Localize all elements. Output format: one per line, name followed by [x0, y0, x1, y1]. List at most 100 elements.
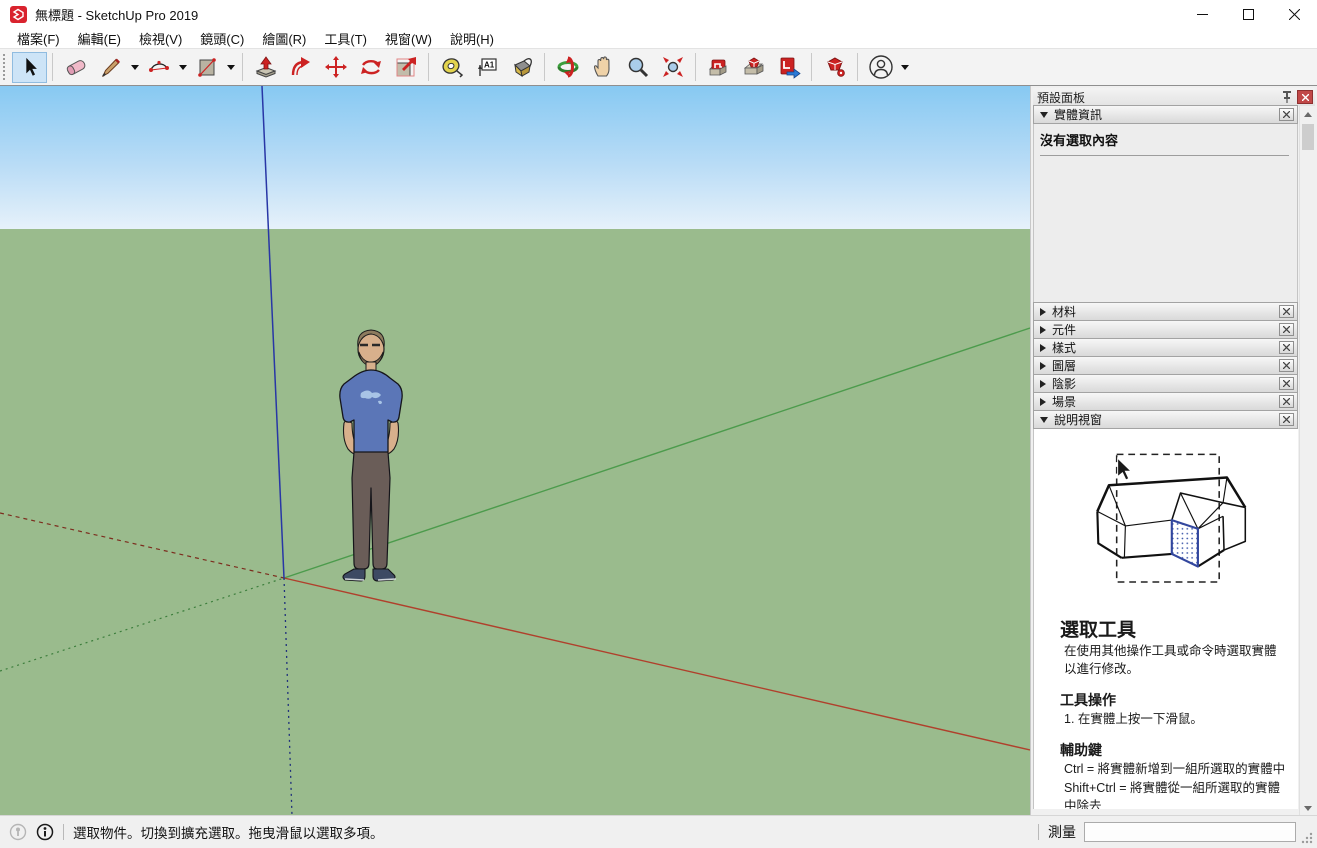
maximize-icon	[1243, 9, 1254, 20]
rotate-tool-button[interactable]	[353, 52, 388, 83]
section-close-button[interactable]	[1279, 413, 1294, 426]
minimize-button[interactable]	[1179, 0, 1225, 28]
expand-arrow-icon	[1040, 344, 1046, 352]
section-components-header[interactable]: 元件	[1033, 320, 1298, 339]
credits-status-icon[interactable]	[36, 823, 54, 841]
extension-warehouse-button[interactable]	[817, 52, 852, 83]
pin-icon[interactable]	[1281, 90, 1293, 104]
get-models-3d-warehouse-icon	[707, 55, 731, 79]
help-modifier-ctrl: Ctrl = 將實體新增到一組所選取的實體中	[1060, 760, 1288, 778]
status-divider	[63, 824, 64, 840]
rectangle-tool-button[interactable]	[189, 52, 224, 83]
menu-help[interactable]: 說明(H)	[441, 28, 503, 49]
extension-warehouse-icon	[823, 55, 847, 79]
rotate-icon	[359, 55, 383, 79]
section-scenes-header[interactable]: 場景	[1033, 392, 1298, 411]
viewport-canvas[interactable]	[0, 86, 1030, 816]
scroll-up-button[interactable]	[1300, 106, 1316, 122]
close-icon	[1283, 380, 1290, 387]
zoom-extents-icon	[661, 55, 685, 79]
close-icon	[1283, 326, 1290, 333]
section-styles-header[interactable]: 樣式	[1033, 338, 1298, 357]
account-person-icon	[868, 54, 894, 80]
resize-grip[interactable]	[1300, 825, 1314, 845]
tape-measure-tool-button[interactable]	[434, 52, 469, 83]
help-modifiers-heading: 輔助鍵	[1060, 740, 1288, 760]
toolbar-separator	[544, 53, 545, 81]
arc-tool-button[interactable]	[141, 52, 176, 83]
paint-bucket-tool-button[interactable]	[504, 52, 539, 83]
rectangle-tool-dropdown[interactable]	[224, 52, 237, 83]
sky	[0, 86, 1030, 229]
scrollbar-thumb[interactable]	[1302, 124, 1314, 150]
move-tool-button[interactable]	[318, 52, 353, 83]
close-icon	[1283, 362, 1290, 369]
text-tool-button[interactable]: A1	[469, 52, 504, 83]
section-close-button[interactable]	[1279, 108, 1294, 121]
close-window-button[interactable]	[1271, 0, 1317, 28]
orbit-tool-button[interactable]	[550, 52, 585, 83]
menu-tools[interactable]: 工具(T)	[315, 28, 376, 49]
geolocation-status-icon[interactable]	[9, 823, 27, 841]
send-to-layout-button[interactable]	[771, 52, 806, 83]
expand-arrow-icon	[1040, 380, 1046, 388]
pan-tool-button[interactable]	[585, 52, 620, 83]
menu-window[interactable]: 視窗(W)	[376, 28, 441, 49]
toolbar-separator	[857, 53, 858, 81]
zoom-extents-button[interactable]	[655, 52, 690, 83]
chevron-down-icon	[131, 65, 139, 70]
section-materials-header[interactable]: 材料	[1033, 302, 1298, 321]
section-close-button[interactable]	[1279, 359, 1294, 372]
close-icon	[1289, 9, 1300, 20]
line-tool-dropdown[interactable]	[128, 52, 141, 83]
follow-me-tool-button[interactable]	[283, 52, 318, 83]
menu-edit[interactable]: 編輯(E)	[69, 28, 130, 49]
arc-tool-dropdown[interactable]	[176, 52, 189, 83]
section-instructor-header[interactable]: 說明視窗	[1033, 410, 1298, 429]
text-label-icon: A1	[475, 55, 499, 79]
menu-view[interactable]: 檢視(V)	[130, 28, 191, 49]
toolbar-drag-handle[interactable]	[3, 54, 8, 80]
scroll-down-button[interactable]	[1300, 800, 1316, 816]
section-close-button[interactable]	[1279, 341, 1294, 354]
section-close-button[interactable]	[1279, 395, 1294, 408]
section-shadows-header[interactable]: 陰影	[1033, 374, 1298, 393]
menu-draw[interactable]: 繪圖(R)	[253, 28, 315, 49]
account-button[interactable]	[863, 52, 898, 83]
section-label: 場景	[1052, 393, 1279, 410]
tape-measure-icon	[440, 55, 464, 79]
line-tool-button[interactable]	[93, 52, 128, 83]
menu-file[interactable]: 檔案(F)	[8, 28, 69, 49]
section-close-button[interactable]	[1279, 323, 1294, 336]
zoom-tool-button[interactable]	[620, 52, 655, 83]
section-entity-info-header[interactable]: 實體資訊	[1033, 105, 1298, 124]
measurements-input[interactable]	[1084, 822, 1296, 842]
title-bar: 無標題 - SketchUp Pro 2019	[0, 0, 1317, 28]
section-layers-header[interactable]: 圖層	[1033, 356, 1298, 375]
eraser-tool-button[interactable]	[58, 52, 93, 83]
push-pull-tool-button[interactable]	[248, 52, 283, 83]
chevron-down-icon	[179, 65, 187, 70]
menu-camera[interactable]: 鏡頭(C)	[191, 28, 253, 49]
get-models-button[interactable]	[701, 52, 736, 83]
status-hint-text: 選取物件。切換到擴充選取。拖曳滑鼠以選取多項。	[73, 822, 384, 842]
share-model-button[interactable]	[736, 52, 771, 83]
expand-arrow-icon	[1040, 362, 1046, 370]
select-tool-button[interactable]	[12, 52, 47, 83]
scale-tool-button[interactable]	[388, 52, 423, 83]
section-label: 材料	[1052, 303, 1279, 320]
tray-close-button[interactable]	[1297, 90, 1313, 104]
account-dropdown[interactable]	[898, 52, 911, 83]
section-close-button[interactable]	[1279, 377, 1294, 390]
push-pull-icon	[254, 55, 278, 79]
select-arrow-icon	[19, 56, 41, 78]
collapse-arrow-icon	[1040, 112, 1048, 118]
maximize-button[interactable]	[1225, 0, 1271, 28]
panel-scrollbar[interactable]	[1299, 106, 1315, 816]
help-modifier-shift-ctrl: Shift+Ctrl = 將實體從一組所選取的實體中除去	[1060, 779, 1288, 810]
help-description: 在使用其他操作工具或命令時選取實體以進行修改。	[1060, 642, 1288, 678]
pencil-icon	[99, 55, 123, 79]
instructor-content: 選取工具 在使用其他操作工具或命令時選取實體以進行修改。 工具操作 1. 在實體…	[1033, 429, 1298, 809]
close-icon	[1302, 94, 1309, 101]
section-close-button[interactable]	[1279, 305, 1294, 318]
